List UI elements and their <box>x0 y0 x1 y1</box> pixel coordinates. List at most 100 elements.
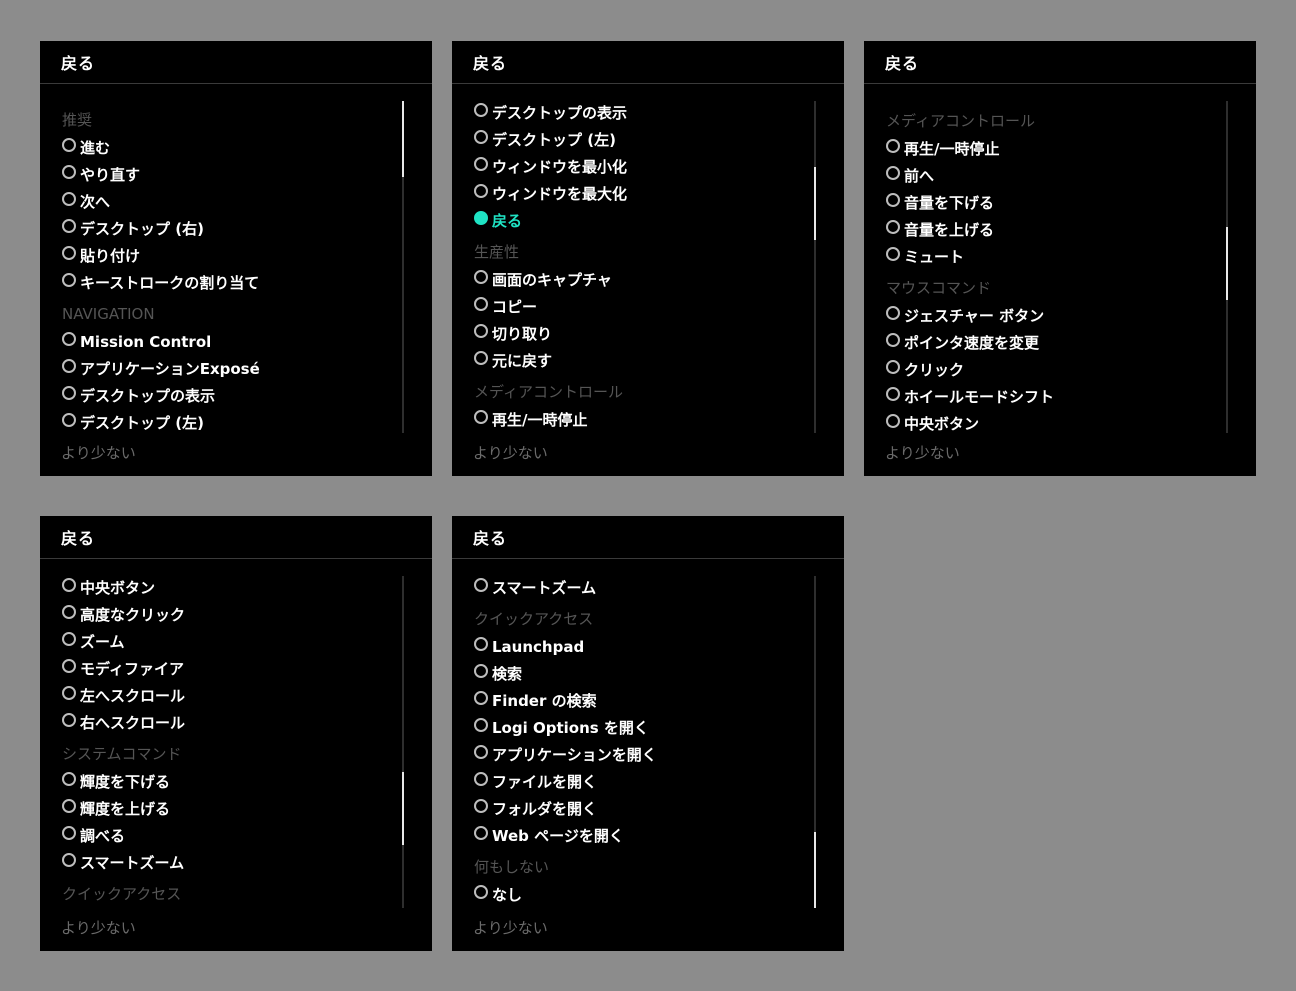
radio-icon[interactable] <box>474 269 488 284</box>
action-option[interactable]: デスクトップの表示 <box>474 99 804 126</box>
radio-icon[interactable] <box>62 385 76 400</box>
radio-icon[interactable] <box>62 412 76 427</box>
radio-icon[interactable] <box>62 245 76 260</box>
radio-icon[interactable] <box>62 218 76 233</box>
action-option[interactable]: 次へ <box>62 188 392 215</box>
action-option[interactable]: 調べる <box>62 822 392 849</box>
radio-icon[interactable] <box>474 636 488 651</box>
scrollbar-track[interactable] <box>814 576 816 908</box>
radio-icon[interactable] <box>62 658 76 673</box>
action-option[interactable]: フォルダを開く <box>474 795 804 822</box>
radio-icon[interactable] <box>474 771 488 786</box>
scrollbar-thumb[interactable] <box>814 832 816 908</box>
radio-icon[interactable] <box>62 825 76 840</box>
action-option[interactable]: 再生/一時停止 <box>474 406 804 433</box>
action-option[interactable]: 中央ボタン <box>886 410 1216 437</box>
radio-icon[interactable] <box>474 717 488 732</box>
scrollbar-thumb[interactable] <box>402 772 404 845</box>
radio-icon[interactable] <box>474 102 488 117</box>
radio-icon[interactable] <box>474 690 488 705</box>
radio-icon[interactable] <box>62 137 76 152</box>
action-option[interactable]: Logi Options を開く <box>474 714 804 741</box>
action-option[interactable]: 元に戻す <box>474 347 804 374</box>
scrollbar-track[interactable] <box>1226 101 1228 433</box>
action-option[interactable]: 進む <box>62 134 392 161</box>
action-option[interactable]: ズーム <box>62 628 392 655</box>
action-option[interactable]: 検索 <box>474 660 804 687</box>
action-option[interactable]: 貼り付け <box>62 242 392 269</box>
action-option[interactable]: Launchpad <box>474 633 804 660</box>
action-option[interactable]: ウィンドウを最小化 <box>474 153 804 180</box>
radio-icon[interactable] <box>474 129 488 144</box>
action-option[interactable]: 画面のキャプチャ <box>474 266 804 293</box>
action-option[interactable]: ホイールモードシフト <box>886 383 1216 410</box>
radio-icon[interactable] <box>474 798 488 813</box>
radio-icon[interactable] <box>474 296 488 311</box>
action-option[interactable]: ウィンドウを最大化 <box>474 180 804 207</box>
scrollbar-track[interactable] <box>402 576 404 908</box>
radio-icon[interactable] <box>474 323 488 338</box>
back-button[interactable]: 戻る <box>40 41 432 84</box>
action-option[interactable]: アプリケーションExposé <box>62 355 392 382</box>
radio-icon[interactable] <box>886 332 900 347</box>
radio-icon[interactable] <box>474 350 488 365</box>
action-option[interactable]: 再生/一時停止 <box>886 135 1216 162</box>
action-option[interactable]: ミュート <box>886 243 1216 270</box>
scrollbar-thumb[interactable] <box>402 101 404 177</box>
action-option[interactable]: デスクトップの表示 <box>62 382 392 409</box>
action-option[interactable]: スマートズーム <box>474 574 804 601</box>
action-option[interactable]: デスクトップ (右) <box>62 215 392 242</box>
radio-icon[interactable] <box>474 825 488 840</box>
action-option[interactable]: やり直す <box>62 161 392 188</box>
scrollbar-thumb[interactable] <box>814 167 816 240</box>
show-less-link[interactable]: より少ない <box>61 917 136 938</box>
action-option[interactable]: アプリケーションを開く <box>474 741 804 768</box>
show-less-link[interactable]: より少ない <box>885 442 960 463</box>
radio-icon[interactable] <box>62 631 76 646</box>
back-button[interactable]: 戻る <box>864 41 1256 84</box>
radio-icon[interactable] <box>62 272 76 287</box>
action-option[interactable]: モディファイア <box>62 655 392 682</box>
action-option[interactable]: なし <box>474 881 804 908</box>
radio-icon[interactable] <box>474 884 488 899</box>
action-option[interactable]: 切り取り <box>474 320 804 347</box>
action-option[interactable]: Web ページを開く <box>474 822 804 849</box>
radio-icon[interactable] <box>886 165 900 180</box>
action-option[interactable]: 中央ボタン <box>62 574 392 601</box>
show-less-link[interactable]: より少ない <box>473 442 548 463</box>
radio-icon[interactable] <box>474 663 488 678</box>
action-option[interactable]: 音量を下げる <box>886 189 1216 216</box>
action-option[interactable]: ファイルを開く <box>474 768 804 795</box>
action-option[interactable]: コピー <box>474 293 804 320</box>
radio-icon[interactable] <box>474 156 488 171</box>
action-option[interactable]: 輝度を上げる <box>62 795 392 822</box>
radio-icon[interactable] <box>886 219 900 234</box>
action-option[interactable]: キーストロークの割り当て <box>62 269 392 296</box>
radio-icon[interactable] <box>62 604 76 619</box>
action-option[interactable]: デスクトップ (左) <box>62 409 392 436</box>
action-option[interactable]: ポインタ速度を変更 <box>886 329 1216 356</box>
action-option[interactable]: 戻る <box>474 207 804 234</box>
radio-icon[interactable] <box>62 771 76 786</box>
action-option[interactable]: 輝度を下げる <box>62 768 392 795</box>
show-less-link[interactable]: より少ない <box>61 442 136 463</box>
action-option[interactable]: デスクトップ (左) <box>474 126 804 153</box>
radio-icon[interactable] <box>886 413 900 428</box>
radio-icon[interactable] <box>886 138 900 153</box>
radio-icon[interactable] <box>62 577 76 592</box>
radio-icon[interactable] <box>62 685 76 700</box>
scrollbar-track[interactable] <box>814 101 816 433</box>
radio-icon[interactable] <box>474 744 488 759</box>
radio-icon[interactable] <box>474 409 488 424</box>
radio-icon[interactable] <box>62 358 76 373</box>
scrollbar-track[interactable] <box>402 101 404 433</box>
action-option[interactable]: ジェスチャー ボタン <box>886 302 1216 329</box>
action-option[interactable]: スマートズーム <box>62 849 392 876</box>
action-option[interactable]: 高度なクリック <box>62 601 392 628</box>
back-button[interactable]: 戻る <box>452 41 844 84</box>
action-option[interactable]: 音量を上げる <box>886 216 1216 243</box>
radio-icon[interactable] <box>62 191 76 206</box>
back-button[interactable]: 戻る <box>40 516 432 559</box>
action-option[interactable]: クリック <box>886 356 1216 383</box>
radio-icon[interactable] <box>62 331 76 346</box>
